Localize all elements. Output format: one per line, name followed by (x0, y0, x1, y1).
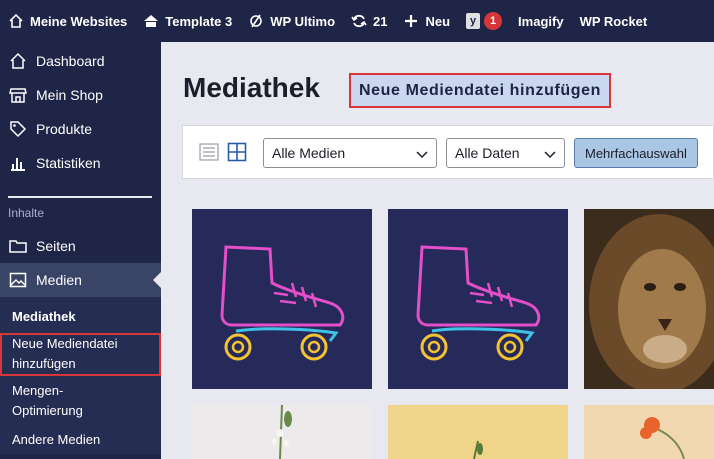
submenu-item-add-new[interactable]: Neue Mediendatei hinzufügen (0, 333, 161, 376)
wp-ultimo-label: WP Ultimo (270, 13, 336, 29)
sidebar-item-products[interactable]: Produkte (0, 112, 161, 146)
sidebar-item-label: Seiten (36, 238, 76, 254)
site-label: Template 3 (165, 13, 233, 29)
lion-image (584, 209, 714, 389)
updates-menu[interactable]: 21 (343, 0, 395, 42)
image-icon (8, 270, 28, 290)
media-thumbnail[interactable] (192, 405, 372, 459)
sidebar-section-label: Inhalte (8, 206, 45, 220)
media-thumbnail[interactable] (192, 209, 372, 389)
sidebar-item-statistics[interactable]: Statistiken (0, 146, 161, 180)
sidebar-item-dashboard[interactable]: Dashboard (0, 44, 161, 78)
chevron-down-icon (544, 147, 556, 159)
sidebar-item-shop[interactable]: Mein Shop (0, 78, 161, 112)
media-thumbnail[interactable] (388, 209, 568, 389)
sidebar-item-label: Medien (36, 272, 82, 288)
wp-ultimo-menu[interactable]: WP Ultimo (240, 0, 343, 42)
store-icon (8, 85, 28, 105)
updates-count: 21 (373, 13, 388, 29)
wp-ultimo-icon (248, 13, 264, 29)
new-label: Neu (425, 13, 451, 29)
sidebar-item-pages[interactable]: Seiten (0, 229, 161, 263)
sidebar-item-label: Mein Shop (36, 87, 103, 103)
bulk-select-button[interactable]: Mehrfachauswahl (574, 138, 698, 168)
my-sites-label: Meine Websites (30, 13, 128, 29)
roller-skate-image (388, 209, 568, 389)
sidebar-item-label: Produkte (36, 121, 93, 137)
sidebar-item-label: Dashboard (36, 53, 105, 69)
media-thumbnail[interactable] (388, 405, 568, 459)
submenu-item-library[interactable]: Mediathek (0, 301, 161, 333)
yoast-menu[interactable]: y 1 (458, 0, 510, 42)
admin-sidebar: Dashboard Mein Shop Produkte Statistiken… (0, 42, 161, 459)
media-thumbnail[interactable] (584, 209, 714, 389)
dashboard-icon (143, 13, 159, 29)
chevron-down-icon (416, 147, 428, 159)
bar-chart-icon (8, 153, 28, 173)
date-filter[interactable]: Alle Daten (446, 138, 565, 168)
add-new-media-button[interactable]: Neue Mediendatei hinzufügen (349, 73, 611, 108)
media-thumbnail[interactable] (584, 405, 714, 459)
grid-view-icon[interactable] (227, 142, 247, 162)
wp-rocket-menu[interactable]: WP Rocket (572, 0, 656, 42)
admin-bar: Meine Websites Template 3 WP Ultimo 21 N… (0, 0, 714, 42)
yellow-background-image (388, 405, 568, 459)
media-type-filter-value: Alle Medien (272, 145, 346, 161)
media-toolbar: Alle Medien Alle Daten Mehrfachauswahl (182, 125, 714, 179)
submenu-item-bulk-optimization[interactable]: Mengen-Optimierung (0, 376, 161, 425)
poppy-image (584, 405, 714, 459)
flower-image (192, 405, 372, 459)
imagify-menu[interactable]: Imagify (510, 0, 572, 42)
new-content-menu[interactable]: Neu (395, 0, 458, 42)
my-sites-menu[interactable]: Meine Websites (0, 0, 135, 42)
refresh-icon (351, 13, 367, 29)
plus-icon (403, 13, 419, 29)
media-submenu: Mediathek Neue Mediendatei hinzufügen Me… (0, 297, 161, 454)
yoast-notification-badge: 1 (484, 12, 503, 30)
imagify-label: Imagify (518, 13, 564, 29)
page-title: Mediathek (183, 72, 320, 103)
tag-icon (8, 119, 28, 139)
site-menu[interactable]: Template 3 (135, 0, 240, 42)
roller-skate-image (192, 209, 372, 389)
sidebar-item-label: Statistiken (36, 155, 101, 171)
main-content: Mediathek Neue Mediendatei hinzufügen Al… (161, 42, 714, 459)
sidebar-separator (8, 196, 152, 198)
wp-rocket-label: WP Rocket (579, 13, 648, 29)
list-view-icon[interactable] (199, 142, 219, 162)
media-type-filter[interactable]: Alle Medien (263, 138, 437, 168)
yoast-icon: y (466, 13, 481, 29)
date-filter-value: Alle Daten (455, 145, 520, 161)
sidebar-item-media[interactable]: Medien (0, 263, 161, 297)
submenu-item-other-media[interactable]: Andere Medien (0, 425, 161, 454)
home-icon (8, 51, 28, 71)
folder-icon (8, 236, 28, 256)
home-icon (8, 13, 24, 29)
